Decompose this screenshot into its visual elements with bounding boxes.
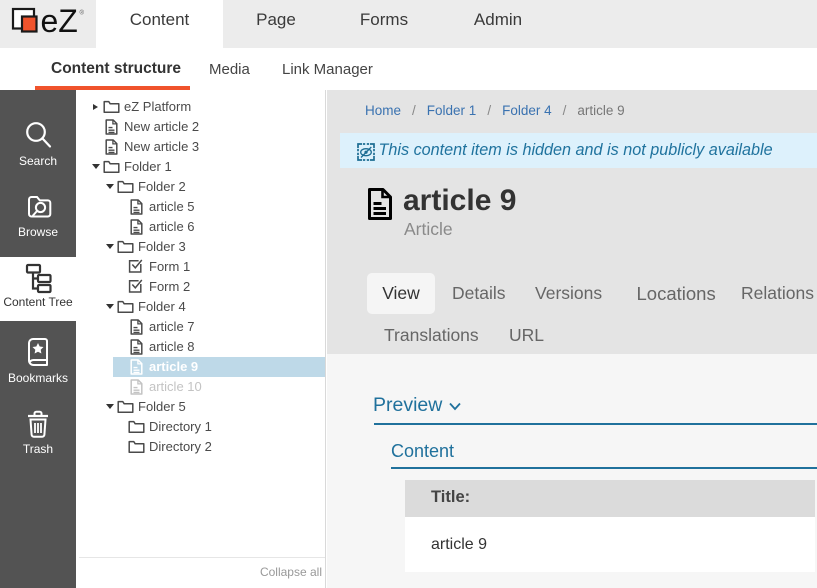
- svg-text:®: ®: [80, 10, 85, 17]
- svg-text:eZ: eZ: [41, 5, 78, 35]
